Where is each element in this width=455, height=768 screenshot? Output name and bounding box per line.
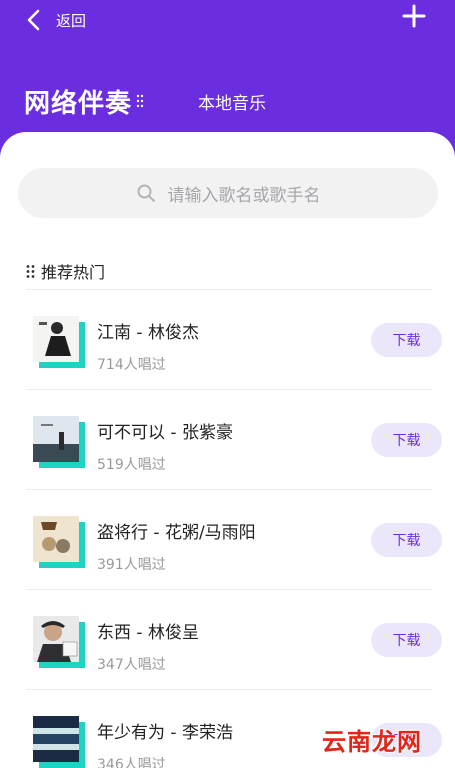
download-button[interactable]: 下载 bbox=[371, 323, 442, 357]
album-cover bbox=[33, 416, 85, 468]
song-sing-count: 347人唱过 bbox=[97, 657, 166, 673]
back-button[interactable]: 返回 bbox=[26, 8, 86, 32]
content-card: 请输入歌名或歌手名 推荐热门 江南 - 林俊杰 714人唱过 下载 可不可以 -… bbox=[0, 132, 455, 768]
tab-online-label: 网络伴奏 bbox=[24, 88, 133, 119]
song-sing-count: 714人唱过 bbox=[97, 357, 166, 373]
watermark: 云南龙网 bbox=[322, 728, 422, 756]
song-sing-count: 519人唱过 bbox=[97, 457, 166, 473]
song-title: 年少有为 - 李荣浩 bbox=[97, 723, 233, 743]
download-button[interactable]: 下载 bbox=[371, 623, 442, 657]
song-row[interactable]: 东西 - 林俊呈 347人唱过 下载 bbox=[0, 590, 455, 690]
plus-icon bbox=[402, 4, 426, 28]
tab-online-accompaniment[interactable]: 网络伴奏 bbox=[24, 84, 144, 119]
chevron-left-icon bbox=[27, 9, 40, 31]
tab-local-music[interactable]: 本地音乐 bbox=[198, 89, 266, 114]
download-button[interactable]: 下载 bbox=[371, 423, 442, 457]
song-row[interactable]: 江南 - 林俊杰 714人唱过 下载 bbox=[0, 290, 455, 390]
album-cover bbox=[33, 316, 85, 368]
drag-dots-icon bbox=[26, 264, 35, 278]
search-placeholder: 请输入歌名或歌手名 bbox=[167, 185, 321, 206]
song-row[interactable]: 盗将行 - 花粥/马雨阳 391人唱过 下载 bbox=[0, 490, 455, 590]
song-title: 盗将行 - 花粥/马雨阳 bbox=[97, 523, 256, 543]
section-title: 推荐热门 bbox=[41, 263, 106, 282]
download-button[interactable]: 下载 bbox=[371, 523, 442, 557]
search-input[interactable]: 请输入歌名或歌手名 bbox=[18, 168, 438, 218]
album-cover bbox=[33, 716, 85, 768]
back-label: 返回 bbox=[56, 11, 87, 30]
section-header: 推荐热门 bbox=[26, 260, 105, 282]
add-button[interactable] bbox=[402, 4, 426, 28]
song-sing-count: 391人唱过 bbox=[97, 557, 166, 573]
song-row[interactable]: 可不可以 - 张紫豪 519人唱过 下载 bbox=[0, 390, 455, 490]
song-title: 东西 - 林俊呈 bbox=[97, 623, 199, 643]
album-cover bbox=[33, 516, 85, 568]
album-cover bbox=[33, 616, 85, 668]
search-icon bbox=[137, 184, 155, 202]
song-title: 可不可以 - 张紫豪 bbox=[97, 423, 233, 443]
song-sing-count: 346人唱过 bbox=[97, 757, 166, 768]
drag-dots-icon bbox=[136, 94, 144, 108]
song-title: 江南 - 林俊杰 bbox=[97, 323, 199, 343]
